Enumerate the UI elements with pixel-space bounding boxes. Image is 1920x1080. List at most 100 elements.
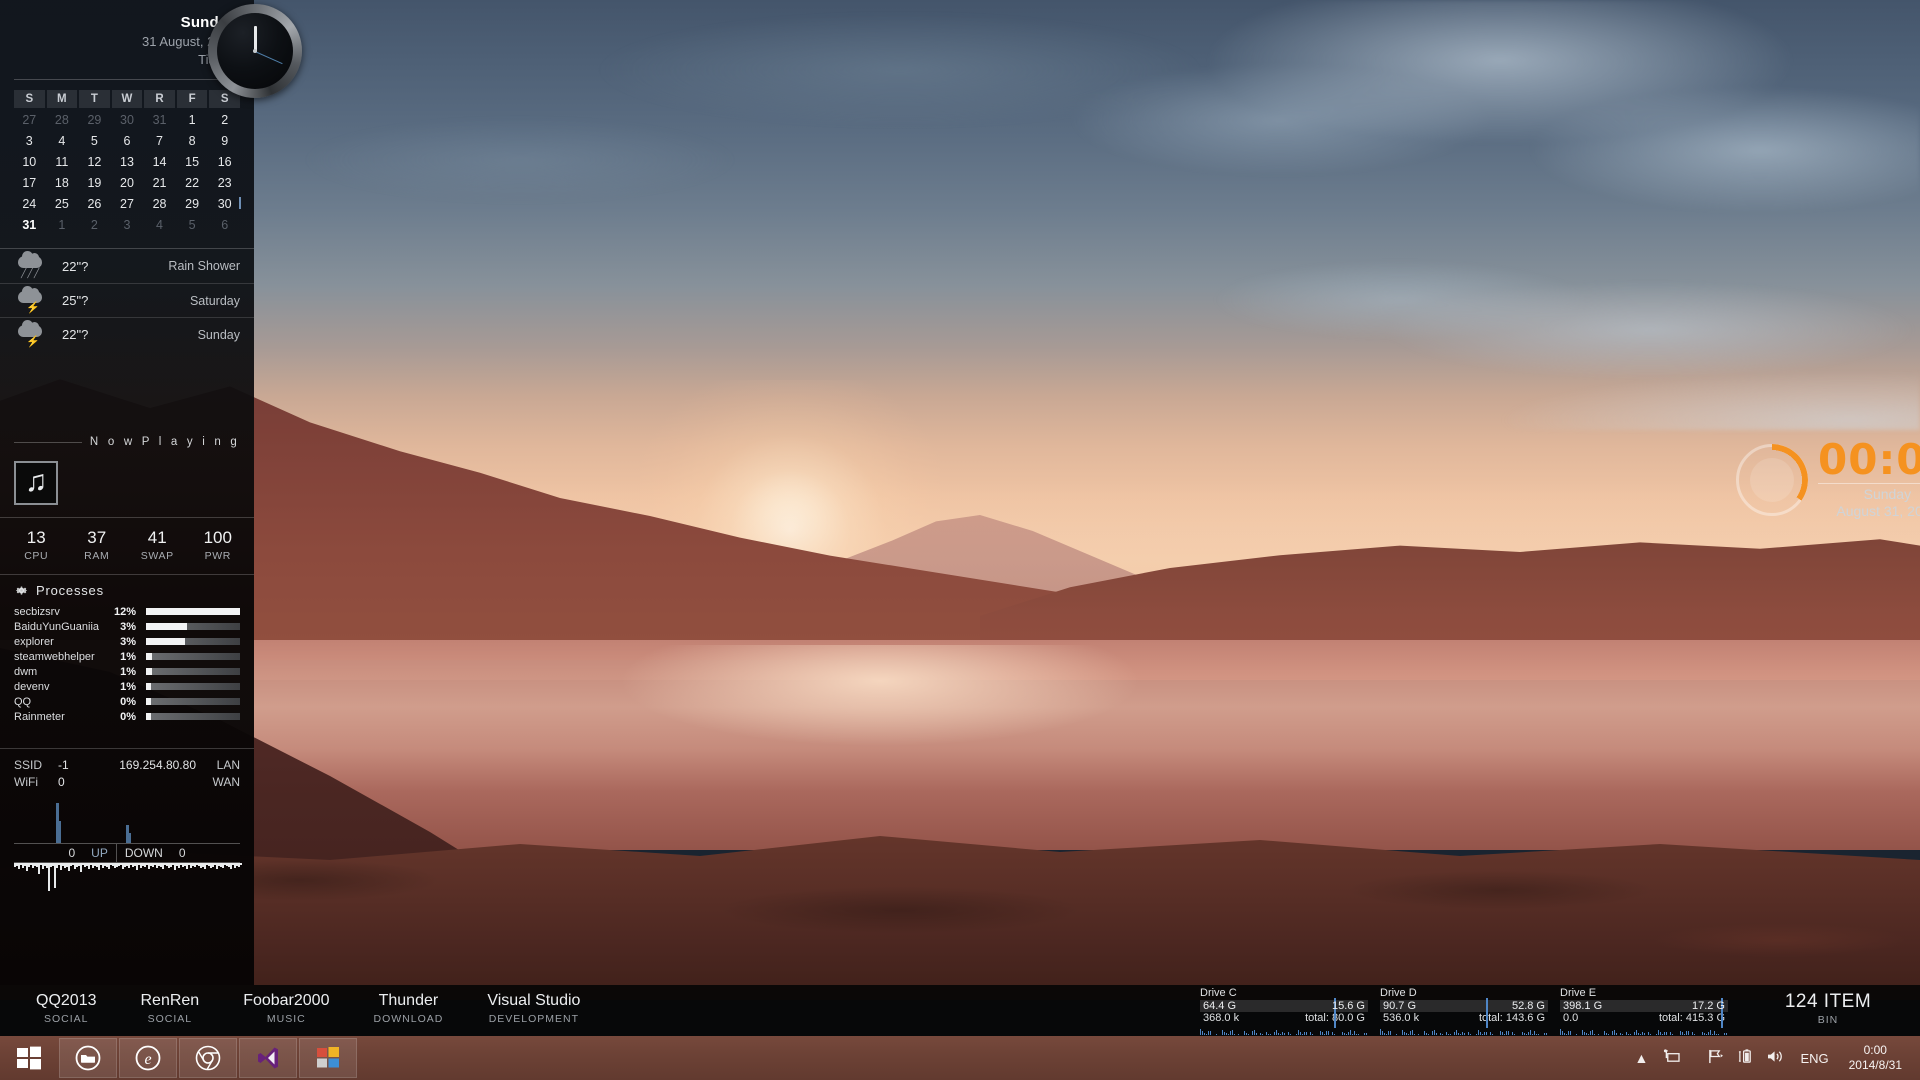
- language-indicator[interactable]: ENG: [1790, 1051, 1838, 1066]
- network-monitor-icon[interactable]: [1656, 1049, 1686, 1067]
- network-widget[interactable]: SSID -1 169.254.80.80 LAN WiFi 0 WAN 0 U…: [0, 748, 254, 893]
- sparkline-bar: [1528, 1031, 1529, 1035]
- stat-label: CPU: [24, 550, 49, 562]
- calendar-day[interactable]: 14: [144, 152, 175, 171]
- calendar-day[interactable]: 23: [209, 173, 240, 192]
- calendar-day[interactable]: 13: [112, 152, 143, 171]
- process-name: BaiduYunGuaniia: [14, 620, 100, 633]
- drive-meter-d[interactable]: Drive D 90.7 G 52.8 G 536.0 k total: 143.6 G: [1374, 987, 1554, 1035]
- calendar-day[interactable]: 28: [144, 194, 175, 213]
- calendar-day[interactable]: 21: [144, 173, 175, 192]
- sparkline-bar: [1508, 1030, 1509, 1035]
- process-percent: 1%: [120, 680, 136, 693]
- processes-widget[interactable]: Processes secbizsrv 12% BaiduYunGuaniia 3% e…: [0, 574, 254, 734]
- calendar-day[interactable]: 12: [79, 152, 110, 171]
- sparkline-bar: [1324, 1034, 1325, 1035]
- show-hidden-icons-chevron-icon[interactable]: ▲: [1626, 1050, 1656, 1066]
- calendar-day[interactable]: 2: [209, 110, 240, 129]
- calendar-day[interactable]: 20: [112, 173, 143, 192]
- desktop-clock-widget[interactable]: 00:00 Sunday August 31, 2014: [1736, 439, 1920, 520]
- launcher-qq2013[interactable]: QQ2013 SOCIAL: [14, 990, 118, 1025]
- start-button[interactable]: [0, 1036, 58, 1080]
- sparkline-bar: [1418, 1033, 1419, 1035]
- calendar-day[interactable]: 3: [14, 131, 45, 150]
- calendar-day[interactable]: 16: [209, 152, 240, 171]
- calendar-day[interactable]: 8: [177, 131, 208, 150]
- rainmeter-bottom-bar: QQ2013 SOCIAL RenRen SOCIAL Foobar2000 MUSIC T…: [0, 985, 1920, 1036]
- sparkline-bar: [1484, 1031, 1485, 1035]
- stat-label: SWAP: [140, 550, 174, 562]
- calendar-day[interactable]: 24: [14, 194, 45, 213]
- drive-rate: 0.0: [1563, 1012, 1579, 1024]
- launcher-renren[interactable]: RenRen SOCIAL: [118, 990, 221, 1025]
- process-bar-fill: [146, 638, 186, 645]
- now-playing-body[interactable]: ♫: [0, 455, 254, 517]
- calendar-day[interactable]: 28: [47, 110, 78, 129]
- taskbar-file-explorer[interactable]: [59, 1038, 117, 1078]
- launcher-foobar2000[interactable]: Foobar2000 MUSIC: [221, 990, 351, 1025]
- calendar-day[interactable]: 31: [144, 110, 175, 129]
- calendar-day[interactable]: 26: [79, 194, 110, 213]
- calendar-day[interactable]: 30: [209, 194, 241, 213]
- calendar-day[interactable]: 5: [177, 215, 208, 234]
- calendar-day[interactable]: 29: [79, 110, 110, 129]
- drive-rate-row: 536.0 k total: 143.6 G: [1380, 1012, 1548, 1025]
- calendar-weekday-3: W: [111, 90, 143, 108]
- process-bar-fill: [146, 653, 152, 660]
- recycle-bin-count: 124 ITEM: [1784, 991, 1872, 1012]
- process-name: secbizsrv: [14, 605, 60, 618]
- calendar-day[interactable]: 29: [177, 194, 208, 213]
- sparkline-bar: [1590, 1031, 1591, 1035]
- sparkline-bar: [1454, 1032, 1455, 1035]
- taskbar-rainmeter[interactable]: [299, 1038, 357, 1078]
- sparkline-bar: [1216, 1034, 1217, 1035]
- calendar-day[interactable]: 25: [47, 194, 78, 213]
- sparkline-bar: [1364, 1033, 1365, 1035]
- calendar-day[interactable]: 17: [14, 173, 45, 192]
- calendar-day[interactable]: 30: [112, 110, 143, 129]
- calendar-widget[interactable]: SMTWRFS 27 28 29 30 31 1 2 3 4 5 6 7 8 9 10 11 12 13 14 15 1…: [0, 80, 254, 242]
- taskbar-chrome[interactable]: [179, 1038, 237, 1078]
- taskbar-clock[interactable]: 0:00 2014/8/31: [1839, 1043, 1912, 1073]
- calendar-day[interactable]: 1: [47, 215, 78, 234]
- calendar-day[interactable]: 5: [79, 131, 110, 150]
- sparkline-bar: [1642, 1032, 1643, 1035]
- taskbar-visual-studio[interactable]: [239, 1038, 297, 1078]
- calendar-day[interactable]: 15: [177, 152, 208, 171]
- calendar-day[interactable]: 18: [47, 173, 78, 192]
- weather-row[interactable]: ⚡ 25"? Saturday: [0, 283, 254, 317]
- weather-row[interactable]: ⚡ 22"? Sunday: [0, 317, 254, 351]
- drive-meter-e[interactable]: Drive E 398.1 G 17.2 G 0.0 total: 415.3 G: [1554, 987, 1734, 1035]
- calendar-day[interactable]: 31: [14, 215, 45, 234]
- weather-row[interactable]: ╱╱╱ 22"? Rain Shower: [0, 249, 254, 283]
- battery-icon[interactable]: [1730, 1049, 1760, 1067]
- sparkline-bar: [1386, 1033, 1387, 1035]
- file-explorer-icon: [75, 1045, 101, 1071]
- drive-rate-row: 0.0 total: 415.3 G: [1560, 1012, 1728, 1025]
- launcher-thunder[interactable]: Thunder DOWNLOAD: [351, 990, 465, 1025]
- calendar-day[interactable]: 10: [14, 152, 45, 171]
- calendar-day[interactable]: 9: [209, 131, 240, 150]
- calendar-day[interactable]: 22: [177, 173, 208, 192]
- calendar-day[interactable]: 4: [144, 215, 175, 234]
- calendar-day[interactable]: 7: [144, 131, 175, 150]
- launcher-visual-studio[interactable]: Visual Studio DEVELOPMENT: [465, 990, 602, 1025]
- drive-meter-c[interactable]: Drive C 64.4 G 15.6 G 368.0 k total: 80.0 G: [1194, 987, 1374, 1035]
- calendar-day[interactable]: 19: [79, 173, 110, 192]
- action-center-flag-icon[interactable]: [1700, 1049, 1730, 1067]
- analog-clock-widget[interactable]: [208, 4, 302, 98]
- calendar-day[interactable]: 4: [47, 131, 78, 150]
- calendar-day[interactable]: 6: [112, 131, 143, 150]
- weather-widget[interactable]: ╱╱╱ 22"? Rain Shower ⚡ 25"? Saturday ⚡ 22"? Sund…: [0, 248, 254, 351]
- calendar-day[interactable]: 27: [112, 194, 143, 213]
- taskbar-internet-explorer[interactable]: e: [119, 1038, 177, 1078]
- calendar-day[interactable]: 27: [14, 110, 45, 129]
- calendar-day[interactable]: 2: [79, 215, 110, 234]
- volume-speaker-icon[interactable]: [1760, 1049, 1790, 1067]
- calendar-day[interactable]: 11: [47, 152, 78, 171]
- process-row: Rainmeter 0%: [14, 709, 240, 724]
- calendar-day[interactable]: 3: [112, 215, 143, 234]
- calendar-day[interactable]: 6: [209, 215, 240, 234]
- recycle-bin-widget[interactable]: 124 ITEM BIN: [1748, 991, 1908, 1026]
- calendar-day[interactable]: 1: [177, 110, 208, 129]
